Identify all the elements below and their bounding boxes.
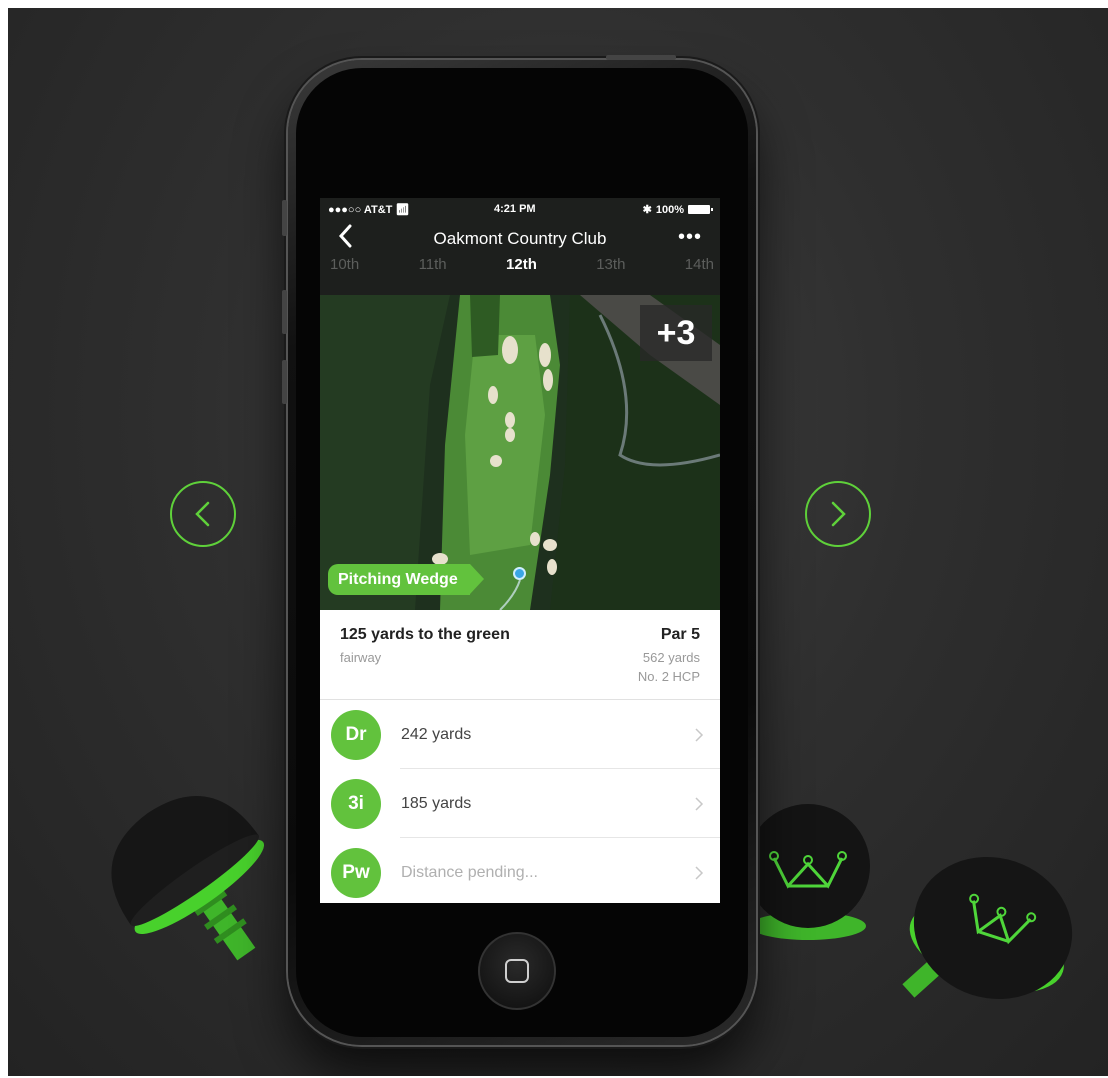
chevron-left-icon [195,501,210,527]
distance-to-green: 125 yards to the green [340,626,510,643]
home-square-icon [505,959,529,983]
club-suggestion-tag: Pitching Wedge [328,564,484,595]
product-showcase: ●●●○○ AT&T 📶︎ 4:21 PM ✱ 100% Oakmont Cou… [8,8,1108,1076]
status-bar: ●●●○○ AT&T 📶︎ 4:21 PM ✱ 100% [320,198,720,220]
battery-percent: 100% [655,203,684,216]
nav-bar: Oakmont Country Club ••• [320,220,720,256]
battery-status: ✱ 100% [642,203,713,216]
power-button [606,55,676,60]
wifi-icon: 📶︎ [395,204,410,216]
chevron-right-icon [695,727,704,742]
hole-info: 125 yards to the green fairway Par 5 562… [320,610,720,700]
shot-distance: 242 yards [401,725,472,743]
shot-row-driver[interactable]: Dr 242 yards [320,700,720,769]
score-badge: +3 [640,305,712,361]
shot-row-pitching-wedge[interactable]: Pw Distance pending... [320,838,720,903]
golf-sensor-left-illustration [111,796,265,961]
more-options-button[interactable]: ••• [678,226,702,249]
hole-par: Par 5 [660,626,700,643]
club-badge: Pw [331,847,381,898]
hole-length: 562 yards [642,650,700,665]
bluetooth-icon: ✱ [642,204,652,216]
mute-switch [282,200,287,236]
next-slide-button[interactable] [805,481,871,547]
chevron-right-icon [695,796,704,811]
hole-tab-13th[interactable]: 13th [596,256,625,273]
golf-sensor-middle-illustration [746,804,870,940]
shot-distance-pending: Distance pending... [401,863,538,881]
home-button[interactable] [478,932,556,1010]
hole-tab-11th[interactable]: 11th [419,256,447,273]
battery-icon [688,205,713,214]
club-badge: Dr [331,709,381,760]
carrier-label: ●●●○○ AT&T 📶︎ [328,204,410,216]
course-title: Oakmont Country Club [433,229,607,248]
app-screen: ●●●○○ AT&T 📶︎ 4:21 PM ✱ 100% Oakmont Cou… [320,198,720,903]
ball-lie: fairway [340,650,382,665]
previous-slide-button[interactable] [170,481,236,547]
hole-tab-10th[interactable]: 10th [330,256,359,273]
shot-row-3-iron[interactable]: 3i 185 yards [320,769,720,838]
golf-sensor-right-illustration [902,856,1073,1000]
shot-list: Dr 242 yards 3i 185 yards Pw Distance pe… [320,700,720,903]
club-badge: 3i [331,778,381,829]
hole-selector: 10th 11th 12th 13th 14th [320,256,720,295]
ball-position-marker[interactable] [513,567,526,580]
header: ●●●○○ AT&T 📶︎ 4:21 PM ✱ 100% Oakmont Cou… [320,198,720,295]
volume-up-button [282,290,287,334]
hole-tab-14th[interactable]: 14th [685,256,714,273]
hole-handicap: No. 2 HCP [637,669,700,684]
shot-distance: 185 yards [401,794,472,812]
hole-aerial-map[interactable]: +3 Pitching Wedge [320,295,720,610]
chevron-right-icon [831,501,846,527]
volume-down-button [282,360,287,404]
clock: 4:21 PM [494,203,536,215]
hole-tab-12th[interactable]: 12th [506,256,537,273]
chevron-right-icon [695,865,704,880]
